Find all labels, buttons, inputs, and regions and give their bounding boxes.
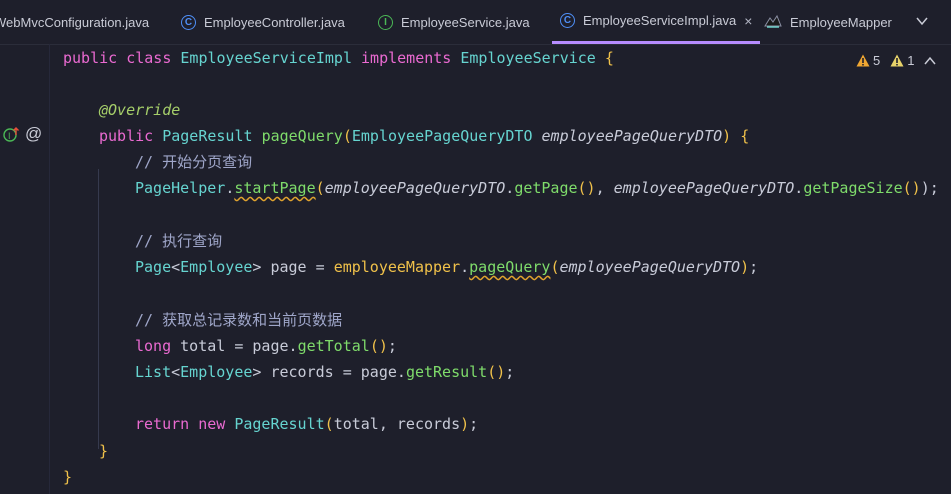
tab-employeemapper[interactable]: EmployeeMapper (764, 0, 904, 44)
code-line-annotation: @Override (99, 101, 181, 119)
code-comment: // 获取总记录数和当前页数据 (135, 311, 343, 329)
code-line-start-page: PageHelper.startPage(employeePageQueryDT… (135, 179, 939, 197)
class-icon: C (181, 14, 196, 30)
tab-webmvcconfiguration[interactable]: WebMvcConfiguration.java (0, 0, 160, 44)
svg-text:I: I (8, 131, 11, 141)
code-line-method-signature: public PageResult pageQuery(EmployeePage… (99, 127, 750, 145)
override-method-icon[interactable]: I (3, 126, 20, 143)
code-editor[interactable]: 5 1 I @ public class EmployeeServiceImpl… (0, 44, 951, 494)
tab-employeeserviceimpl[interactable]: C EmployeeServiceImpl.java × (552, 0, 760, 44)
tab-label: EmployeeServiceImpl.java (583, 13, 737, 28)
at-icon[interactable]: @ (25, 124, 42, 144)
code-line-method-close: } (99, 442, 109, 460)
weak-warning-count[interactable]: 1 (890, 53, 914, 68)
tab-label: WebMvcConfiguration.java (0, 14, 150, 30)
tab-label: EmployeeMapper (790, 14, 892, 30)
gutter-separator (49, 44, 50, 494)
editor-tab-bar: WebMvcConfiguration.java C EmployeeContr… (0, 0, 951, 45)
warning-icon (856, 54, 870, 67)
close-tab-icon[interactable]: × (744, 13, 752, 29)
mybatis-icon (764, 14, 782, 30)
weak-warning-icon (890, 54, 904, 67)
code-line-total: long total = page.getTotal(); (135, 337, 397, 355)
code-line-records: List<Employee> records = page.getResult(… (135, 363, 515, 381)
inspection-widget[interactable]: 5 1 (856, 53, 937, 68)
chevron-down-icon[interactable] (916, 14, 928, 30)
tab-label: EmployeeService.java (401, 14, 530, 30)
tab-employeeservice[interactable]: I EmployeeService.java (378, 0, 548, 44)
code-line-return: return new PageResult(total, records); (135, 415, 479, 433)
interface-icon: I (378, 14, 393, 30)
code-comment: // 开始分页查询 (135, 153, 253, 171)
code-line-class-close: } (63, 468, 73, 486)
tab-employeecontroller[interactable]: C EmployeeController.java (181, 0, 361, 44)
code-comment: // 执行查询 (135, 232, 223, 250)
tab-label: EmployeeController.java (204, 14, 345, 30)
warning-count[interactable]: 5 (856, 53, 880, 68)
class-icon: C (560, 13, 575, 28)
code-line-page-query: Page<Employee> page = employeeMapper.pag… (135, 258, 759, 276)
chevron-up-icon[interactable] (924, 55, 937, 67)
indent-guide (98, 169, 99, 449)
code-line-class-declaration: public class EmployeeServiceImpl impleme… (63, 49, 614, 67)
